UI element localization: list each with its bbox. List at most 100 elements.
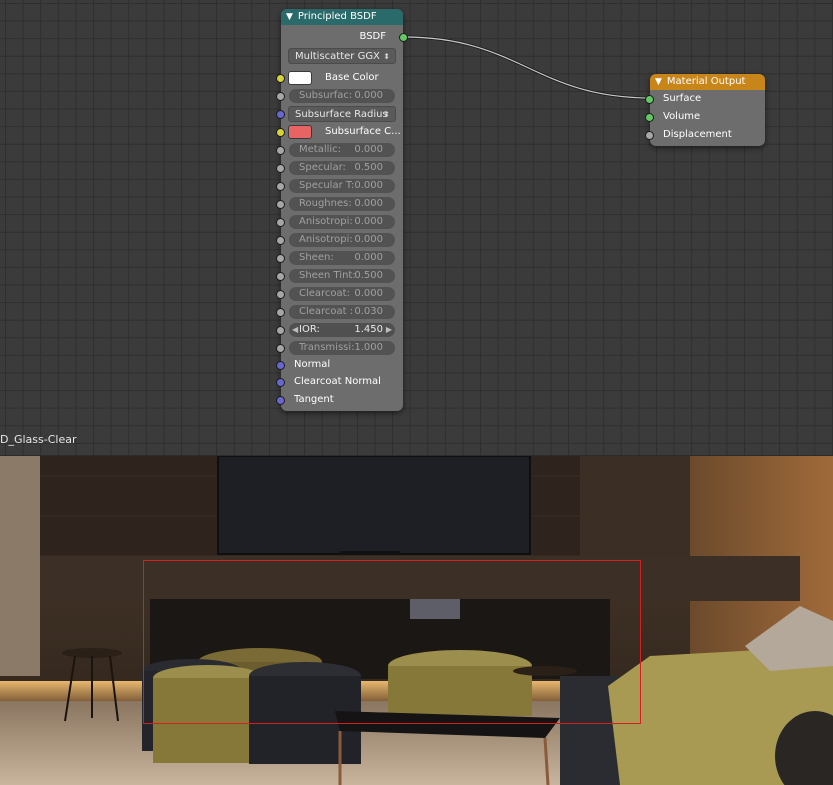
param-row: Roughnes: 0.000 [276, 196, 403, 212]
principled-bsdf-node[interactable]: ▼ Principled BSDF BSDF Multiscatter GGX ⬍… [276, 9, 408, 411]
param-slider[interactable]: Clearcoat: 0.000 [289, 287, 395, 301]
base-color-swatch[interactable] [288, 71, 312, 85]
base-color-socket[interactable] [276, 74, 285, 83]
param-label: Metallic: [299, 144, 342, 155]
param-slider[interactable]: Subsurfac: 0.000 [289, 89, 395, 103]
param-label: Transmissi: [299, 342, 355, 353]
param-value: 1.000 [354, 342, 383, 353]
param-row: Sheen Tint: 0.500 [276, 268, 403, 284]
param-row: Sheen: 0.000 [276, 250, 403, 266]
param-label: Sheen Tint: [299, 270, 356, 281]
bsdf-output-label: BSDF [359, 31, 386, 42]
subsurface-color-socket[interactable] [276, 128, 285, 137]
param-socket[interactable] [276, 254, 285, 263]
distribution-dropdown[interactable]: Multiscatter GGX ⬍ [288, 48, 396, 64]
param-value: 0.000 [354, 198, 383, 209]
param-value: 0.000 [354, 216, 383, 227]
displacement-label: Displacement [663, 129, 732, 140]
decrement-arrow-icon[interactable]: ◀ [292, 323, 298, 337]
node-editor[interactable]: ▼ Principled BSDF BSDF Multiscatter GGX ⬍… [0, 0, 833, 455]
clearcoat-normal-label: Clearcoat Normal [294, 376, 381, 387]
collapse-triangle-icon[interactable]: ▼ [286, 9, 293, 25]
param-row: Clearcoat: 0.000 [276, 286, 403, 302]
param-slider[interactable]: Anisotropi: 0.000 [289, 215, 395, 229]
tangent-label: Tangent [294, 394, 334, 405]
param-socket[interactable] [276, 218, 285, 227]
param-value: 0.000 [354, 288, 383, 299]
volume-socket[interactable] [645, 113, 654, 122]
param-row: Specular T: 0.000 [276, 178, 403, 194]
param-row: Clearcoat :0.030 [276, 304, 403, 320]
param-slider[interactable]: Clearcoat :0.030 [289, 305, 395, 319]
param-row: Anisotropi: 0.000 [276, 214, 403, 230]
param-socket[interactable] [276, 92, 285, 101]
interior-render-image [0, 456, 833, 785]
param-label: Specular: [299, 162, 346, 173]
param-slider[interactable]: Specular: 0.500 [289, 161, 395, 175]
param-row: Specular: 0.500 [276, 160, 403, 176]
subsurface-radius-dropdown[interactable]: Subsurface Radius ⬍ [288, 106, 396, 122]
param-label: Roughnes: [299, 198, 352, 209]
param-socket[interactable] [276, 164, 285, 173]
dropdown-arrows-icon: ⬍ [383, 110, 390, 119]
ior-slider[interactable]: IOR: 1.450 ◀ ▶ [289, 323, 395, 337]
normal-row: Normal [276, 357, 403, 373]
param-socket[interactable] [276, 236, 285, 245]
param-row: Anisotropi: 0.000 [276, 232, 403, 248]
param-slider[interactable]: Sheen Tint: 0.500 [289, 269, 395, 283]
subsurface-color-label: Subsurface C... [325, 126, 401, 137]
param-label: Specular T: [299, 180, 355, 191]
param-socket[interactable] [276, 272, 285, 281]
clearcoat-normal-socket[interactable] [276, 378, 285, 387]
param-value: 0.000 [354, 252, 383, 263]
displacement-socket[interactable] [645, 131, 654, 140]
surface-label: Surface [663, 93, 702, 104]
bsdf-node-header[interactable]: ▼ Principled BSDF [281, 9, 403, 25]
param-slider[interactable]: Transmissi: 1.000 [289, 341, 395, 355]
param-row: Transmissi: 1.000 [276, 340, 403, 356]
param-value: 1.450 [354, 324, 383, 335]
base-color-label: Base Color [325, 72, 379, 83]
param-row: Metallic: 0.000 [276, 142, 403, 158]
surface-socket[interactable] [645, 95, 654, 104]
param-slider[interactable]: Sheen: 0.000 [289, 251, 395, 265]
param-slider[interactable]: Roughnes: 0.000 [289, 197, 395, 211]
param-socket[interactable] [276, 308, 285, 317]
subsurface-radius-label: Subsurface Radius [295, 109, 388, 120]
param-value: 0.500 [354, 270, 383, 281]
distribution-row: Multiscatter GGX ⬍ [281, 48, 403, 64]
base-color-row: Base Color [276, 70, 403, 86]
param-socket[interactable] [276, 200, 285, 209]
param-socket[interactable] [276, 290, 285, 299]
param-label: Sheen: [299, 252, 334, 263]
increment-arrow-icon[interactable]: ▶ [386, 323, 392, 337]
volume-label: Volume [663, 111, 701, 122]
subsurface-color-swatch[interactable] [288, 125, 312, 139]
param-label: Anisotropi: [299, 234, 353, 245]
param-slider[interactable]: Anisotropi: 0.000 [289, 233, 395, 247]
param-value: 0.500 [354, 162, 383, 173]
param-slider[interactable]: Metallic: 0.000 [289, 143, 395, 157]
node-links [403, 35, 652, 100]
param-slider[interactable]: Specular T: 0.000 [289, 179, 395, 193]
output-node-header[interactable]: ▼ Material Output [650, 74, 765, 90]
param-row: IOR: 1.450 ◀ ▶ [276, 322, 403, 338]
param-socket[interactable] [276, 344, 285, 353]
param-socket[interactable] [276, 182, 285, 191]
param-socket[interactable] [276, 146, 285, 155]
collapse-triangle-icon[interactable]: ▼ [655, 74, 662, 90]
subsurface-radius-socket[interactable] [276, 110, 285, 119]
bsdf-output-socket[interactable] [399, 33, 408, 42]
dropdown-arrows-icon: ⬍ [383, 52, 390, 61]
bsdf-node-title: Principled BSDF [297, 11, 377, 22]
normal-socket[interactable] [276, 361, 285, 370]
param-value: 0.000 [354, 90, 383, 101]
param-value: 0.000 [354, 234, 383, 245]
material-output-node[interactable]: ▼ Material Output Surface Volume Displace… [645, 74, 765, 146]
volume-input-row: Volume [645, 109, 765, 125]
param-socket[interactable] [276, 326, 285, 335]
param-row: Subsurfac: 0.000 [276, 88, 403, 104]
tangent-socket[interactable] [276, 396, 285, 405]
param-value: 0.030 [354, 306, 383, 317]
param-label: Anisotropi: [299, 216, 353, 227]
